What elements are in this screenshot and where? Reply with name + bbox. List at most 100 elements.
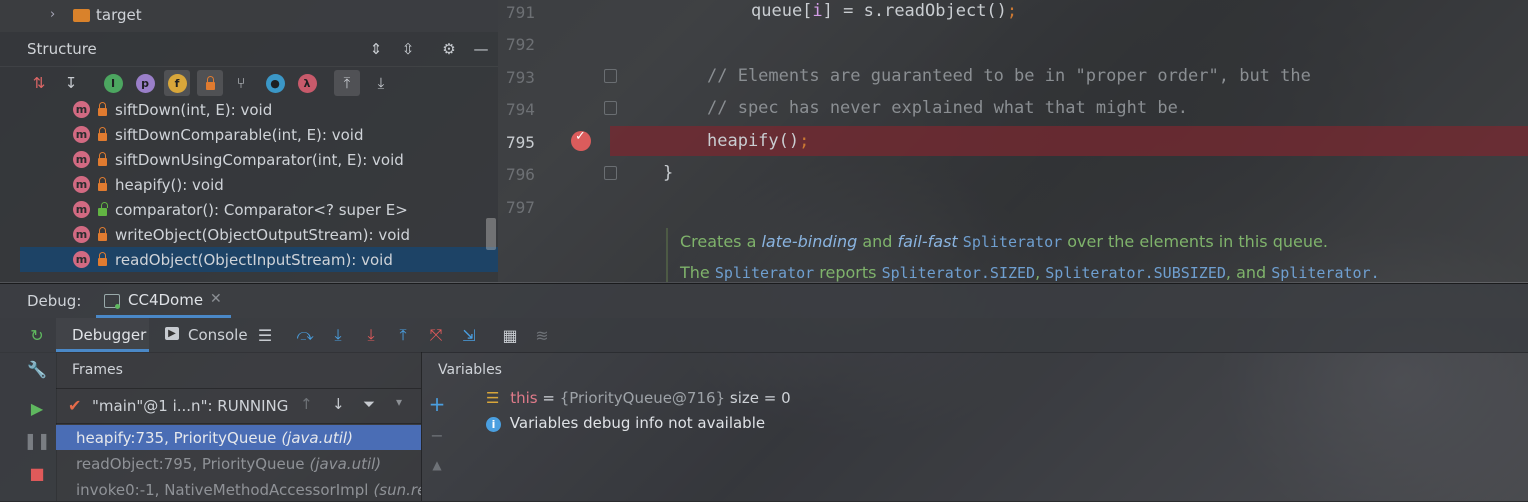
structure-item[interactable]: m heapify(): void	[20, 172, 498, 197]
object-icon: ☰	[486, 389, 500, 407]
fold-marker-icon[interactable]	[604, 166, 617, 180]
drop-frame-icon[interactable]: ⤧	[425, 324, 447, 346]
layout-menu-icon[interactable]: ☰	[254, 324, 276, 346]
lambda-icon[interactable]: λ	[294, 70, 320, 96]
structure-item-selected[interactable]: m readObject(ObjectInputStream): void	[20, 247, 498, 272]
rerun-icon[interactable]: ↻	[26, 324, 48, 346]
session-tab-label: CC4Dome	[128, 291, 204, 309]
move-up-icon[interactable]: ▲	[426, 454, 448, 476]
javadoc-line: The Spliterator reports Spliterator.SIZE…	[680, 263, 1380, 282]
frame-row[interactable]: readObject:795, PriorityQueue (java.util)	[56, 451, 421, 476]
folder-label: target	[96, 6, 142, 24]
show-non-public-icon[interactable]	[197, 70, 223, 96]
wrench-icon[interactable]: 🔧	[26, 358, 48, 380]
method-label: comparator(): Comparator<? super E>	[115, 200, 408, 219]
variables-info: i Variables debug info not available	[486, 414, 765, 436]
resume-icon[interactable]: ▶	[26, 397, 48, 419]
step-out-icon[interactable]: ⤒	[392, 324, 414, 346]
frame-down-icon[interactable]: ↓	[332, 395, 345, 413]
collapse-all-icon[interactable]: ⇳	[399, 40, 417, 58]
stop-icon[interactable]: ■	[26, 462, 48, 484]
gear-icon[interactable]: ⚙	[440, 40, 458, 58]
project-tree-row[interactable]: › target	[0, 0, 498, 32]
structure-item[interactable]: m siftDownComparable(int, E): void	[20, 122, 498, 147]
fold-marker-icon[interactable]	[604, 101, 617, 115]
line-number: 795	[506, 133, 535, 152]
frame-package: (java.util)	[281, 428, 353, 447]
code-line: }	[663, 163, 674, 183]
variable-name: this	[510, 389, 538, 407]
javadoc-line: Creates a late-binding and fail-fast Spl…	[680, 232, 1328, 251]
show-fields-icon[interactable]: f	[164, 70, 190, 96]
frame-up-icon[interactable]: ↑	[300, 395, 313, 413]
structure-item[interactable]: m siftDownUsingComparator(int, E): void	[20, 147, 498, 172]
breakpoint-icon[interactable]	[571, 129, 591, 151]
structure-scrollbar[interactable]	[486, 218, 496, 250]
method-label: writeObject(ObjectOutputStream): void	[115, 225, 411, 244]
tab-debugger-label: Debugger	[72, 326, 147, 344]
frame-row-selected[interactable]: heapify:735, PriorityQueue (java.util)	[56, 425, 421, 450]
expand-all-icon[interactable]: ⇕	[367, 40, 385, 58]
unlock-icon	[98, 201, 108, 216]
frame-package: (sun.re	[373, 480, 421, 499]
tab-console[interactable]: ▶ Console	[163, 318, 248, 352]
run-to-cursor-icon[interactable]: ⇲	[458, 324, 480, 346]
autoscroll-to-source-icon[interactable]: ⤒	[334, 70, 360, 96]
pause-icon[interactable]: ❚❚	[24, 429, 51, 451]
line-number: 796	[506, 165, 535, 184]
sort-by-type-icon[interactable]: ⇅	[26, 70, 52, 96]
console-icon: ▶	[165, 327, 179, 340]
line-number: 794	[506, 100, 535, 119]
frame-method: heapify:735, PriorityQueue	[76, 428, 277, 447]
filter-icon[interactable]: ⏷	[363, 395, 375, 413]
line-number: 793	[506, 68, 535, 87]
fold-marker-icon[interactable]	[604, 69, 617, 83]
folder-icon	[73, 9, 90, 22]
debug-side-toolbar: 🔧 ▶ ❚❚ ■	[0, 352, 57, 501]
method-label: readObject(ObjectInputStream): void	[115, 250, 393, 269]
show-inherited-icon[interactable]: I	[100, 70, 126, 96]
frames-title: Frames	[72, 362, 123, 378]
structure-item[interactable]: m siftDown(int, E): void	[20, 97, 498, 122]
method-icon: m	[73, 201, 90, 218]
trace-icon[interactable]: ≋	[531, 324, 553, 346]
minimize-icon[interactable]: —	[472, 40, 490, 58]
structure-header: Structure ⇕ ⇳ ⚙ —	[0, 34, 498, 67]
step-over-icon[interactable]: ⤓	[327, 324, 349, 346]
method-icon: m	[73, 251, 90, 268]
debugger-toolbar: ↻ Debugger ▶ Console ☰ ⤼ ⤓ ⤓ ⤒ ⤧ ⇲ ▦ ≋	[0, 318, 1528, 353]
method-icon: m	[73, 151, 90, 168]
sort-alphabetically-icon[interactable]: ↧	[58, 70, 84, 96]
anonymous-classes-icon[interactable]: ●	[262, 70, 288, 96]
remove-watch-icon[interactable]: −	[426, 424, 448, 446]
frames-panel: Frames ✔ "main"@1 i...n": RUNNING ↑ ↓ ⏷ …	[56, 352, 422, 501]
show-execution-point-icon[interactable]: ⤼	[294, 324, 316, 346]
session-tab[interactable]: CC4Dome ✕	[96, 284, 231, 318]
thread-selector[interactable]: ✔ "main"@1 i...n": RUNNING ↑ ↓ ⏷ ▾	[56, 388, 421, 424]
hierarchy-icon[interactable]: ⑂	[228, 70, 254, 96]
evaluate-expression-icon[interactable]: ▦	[499, 324, 521, 346]
method-icon: m	[73, 226, 90, 243]
structure-item[interactable]: m writeObject(ObjectOutputStream): void	[20, 222, 498, 247]
line-number: 791	[506, 3, 535, 22]
close-icon[interactable]: ✕	[210, 291, 222, 307]
frame-row[interactable]: invoke0:-1, NativeMethodAccessorImpl (sun…	[56, 477, 421, 502]
show-properties-icon[interactable]: p	[132, 70, 158, 96]
frame-method: readObject:795, PriorityQueue	[76, 454, 305, 473]
code-line: queue[i] = s.readObject();	[751, 1, 1018, 21]
frame-method: invoke0:-1, NativeMethodAccessorImpl	[76, 480, 369, 499]
lock-icon	[98, 226, 107, 241]
step-into-icon[interactable]: ⤓	[360, 324, 382, 346]
tab-debugger[interactable]: Debugger	[56, 318, 149, 352]
running-dot-icon	[115, 304, 120, 309]
structure-item[interactable]: m comparator(): Comparator<? super E>	[20, 197, 498, 222]
autoscroll-from-source-icon[interactable]: ⤓	[368, 70, 394, 96]
method-icon: m	[73, 126, 90, 143]
chevron-down-icon[interactable]: ▾	[396, 395, 402, 409]
structure-title: Structure	[27, 40, 97, 58]
variable-row[interactable]: ☰ this = {PriorityQueue@716} size = 0	[486, 389, 791, 411]
chevron-right-icon[interactable]: ›	[50, 7, 55, 22]
lock-icon	[98, 151, 107, 166]
add-watch-icon[interactable]: +	[426, 392, 448, 416]
line-number: 792	[506, 35, 535, 54]
